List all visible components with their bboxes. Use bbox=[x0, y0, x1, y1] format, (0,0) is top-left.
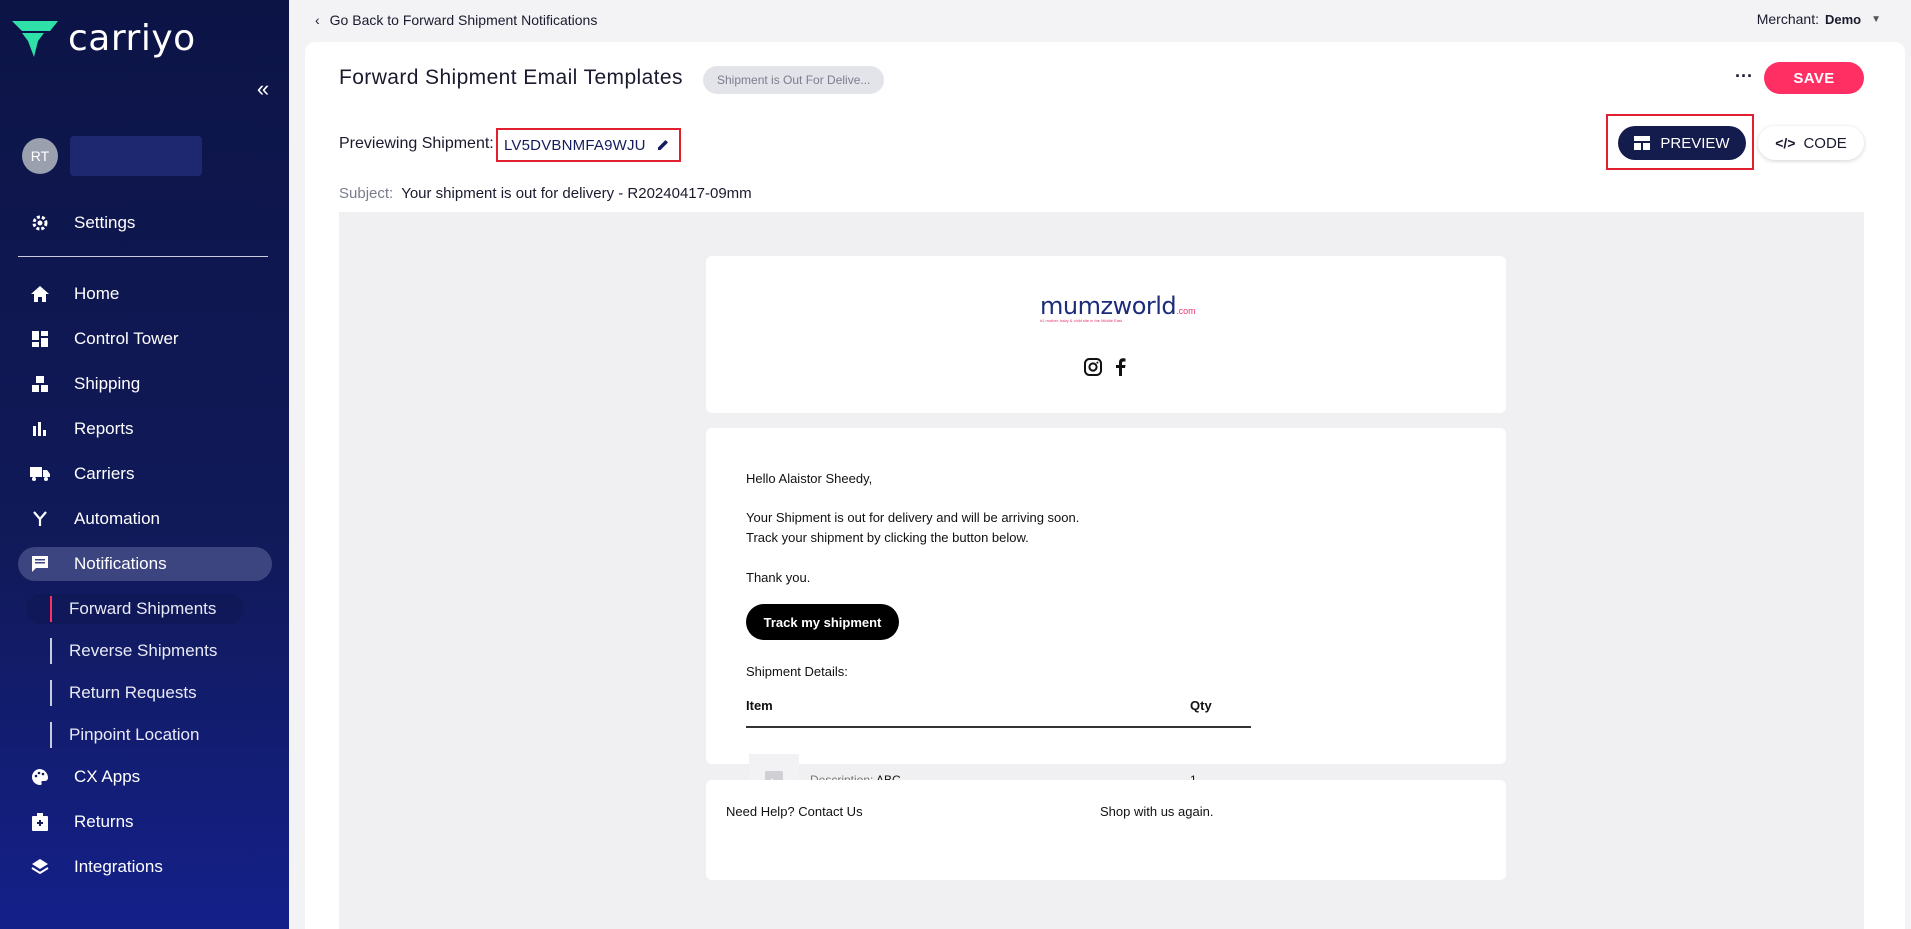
sidebar-item-label: Reports bbox=[74, 419, 134, 438]
preview-button-label: PREVIEW bbox=[1660, 134, 1730, 152]
facebook-icon[interactable] bbox=[1114, 358, 1126, 376]
sidebar-item-cx-apps[interactable]: CX Apps bbox=[18, 760, 272, 794]
chat-icon bbox=[26, 554, 54, 574]
code-button[interactable]: </> CODE bbox=[1758, 126, 1864, 160]
shipment-id: LV5DVBNMFA9WJU bbox=[504, 136, 646, 154]
sidebar-item-notifications[interactable]: Notifications bbox=[18, 547, 272, 581]
sidebar-item-label: Control Tower bbox=[74, 329, 179, 348]
email-line-1: Your Shipment is out for delivery and wi… bbox=[746, 510, 1080, 525]
code-button-label: CODE bbox=[1803, 134, 1847, 152]
merchant-selector[interactable]: Merchant: Demo ▼ bbox=[1757, 11, 1881, 27]
sidebar-item-returns[interactable]: Returns bbox=[18, 805, 272, 839]
email-body-block: Hello Alaistor Sheedy, Your Shipment is … bbox=[706, 428, 1506, 804]
sidebar-item-label: Notifications bbox=[74, 554, 167, 573]
track-shipment-button[interactable]: Track my shipment bbox=[746, 604, 899, 640]
table-header-divider bbox=[746, 726, 1251, 728]
bar-chart-icon bbox=[26, 419, 54, 439]
sidebar: carriyo « RT Settings Home Control Tower… bbox=[0, 0, 289, 929]
back-link[interactable]: ‹ Go Back to Forward Shipment Notificati… bbox=[315, 12, 597, 28]
shipment-id-selector[interactable]: LV5DVBNMFA9WJU bbox=[496, 128, 681, 162]
sidebar-item-label: Carriers bbox=[74, 464, 135, 483]
split-arrow-icon bbox=[26, 509, 54, 529]
chevron-down-icon: ▼ bbox=[1871, 13, 1881, 25]
truck-icon bbox=[26, 464, 54, 484]
sidebar-subitem-forward-shipments[interactable]: Forward Shipments bbox=[50, 596, 216, 622]
sidebar-item-home[interactable]: Home bbox=[18, 277, 272, 311]
subject-line: Subject: Your shipment is out for delive… bbox=[339, 185, 752, 202]
email-greeting: Hello Alaistor Sheedy, bbox=[746, 471, 873, 486]
status-chip-label: Shipment is Out For Delive... bbox=[717, 73, 871, 87]
sidebar-item-label: Automation bbox=[74, 509, 160, 528]
sidebar-item-integrations[interactable]: Integrations bbox=[18, 850, 272, 884]
sidebar-item-label: Settings bbox=[74, 213, 136, 232]
sidebar-item-label: Integrations bbox=[74, 857, 163, 876]
brand-wordmark: mumzworld bbox=[1040, 292, 1177, 320]
palette-icon bbox=[26, 767, 54, 787]
pencil-icon[interactable] bbox=[656, 138, 670, 152]
column-header-item: Item bbox=[746, 698, 773, 713]
sidebar-item-carriers[interactable]: Carriers bbox=[18, 457, 272, 491]
social-links bbox=[1084, 358, 1126, 376]
avatar: RT bbox=[22, 138, 58, 174]
sidebar-subitem-reverse-shipments[interactable]: Reverse Shipments bbox=[50, 638, 217, 664]
sidebar-item-shipping[interactable]: Shipping bbox=[18, 367, 272, 401]
layers-icon bbox=[26, 857, 54, 877]
carriyo-logo-icon bbox=[12, 20, 58, 57]
sidebar-item-label: CX Apps bbox=[74, 767, 141, 786]
sidebar-item-label: Returns bbox=[74, 812, 134, 831]
sidebar-item-label: Shipping bbox=[74, 374, 141, 393]
instagram-icon[interactable] bbox=[1084, 358, 1102, 376]
gear-icon bbox=[26, 213, 54, 233]
sidebar-item-label: Home bbox=[74, 284, 120, 303]
brand-logo[interactable]: carriyo bbox=[12, 18, 196, 59]
save-button[interactable]: SAVE bbox=[1764, 62, 1864, 94]
page-title: Forward Shipment Email Templates bbox=[339, 66, 683, 89]
sidebar-subitem-pinpoint-location[interactable]: Pinpoint Location bbox=[50, 722, 199, 748]
user-name-box bbox=[70, 136, 202, 176]
footer-help-link[interactable]: Need Help? Contact Us bbox=[726, 804, 863, 819]
email-header-block: mumzworld.com #1 mother, baby & child si… bbox=[706, 256, 1506, 413]
top-bar: ‹ Go Back to Forward Shipment Notificati… bbox=[289, 0, 1911, 40]
brand-tagline: #1 mother, baby & child site in the Midd… bbox=[1040, 318, 1123, 323]
brand-name: carriyo bbox=[68, 18, 196, 59]
boxes-icon bbox=[26, 374, 54, 394]
column-header-qty: Qty bbox=[1190, 698, 1212, 713]
collapse-sidebar-icon[interactable]: « bbox=[252, 78, 274, 100]
layout-icon bbox=[1634, 136, 1651, 150]
previewing-shipment-label: Previewing Shipment: bbox=[339, 135, 494, 152]
sidebar-divider bbox=[18, 256, 268, 257]
email-line-2: Track your shipment by clicking the butt… bbox=[746, 530, 1029, 545]
return-box-icon bbox=[26, 812, 54, 832]
sidebar-item-settings[interactable]: Settings bbox=[18, 206, 272, 240]
brand-domain: .com bbox=[1176, 306, 1196, 316]
email-thanks: Thank you. bbox=[746, 570, 811, 585]
preview-button[interactable]: PREVIEW bbox=[1618, 126, 1746, 160]
status-chip[interactable]: Shipment is Out For Delive... bbox=[703, 66, 885, 94]
shipment-details-label: Shipment Details: bbox=[746, 664, 848, 679]
email-footer-block: Need Help? Contact Us Shop with us again… bbox=[706, 780, 1506, 880]
footer-shop-link[interactable]: Shop with us again. bbox=[1100, 804, 1213, 819]
sidebar-item-automation[interactable]: Automation bbox=[18, 502, 272, 536]
back-link-label: Go Back to Forward Shipment Notification… bbox=[329, 12, 598, 28]
main-card: Forward Shipment Email Templates Shipmen… bbox=[305, 42, 1905, 929]
email-preview-area: mumzworld.com #1 mother, baby & child si… bbox=[339, 212, 1864, 929]
chevron-left-icon: ‹ bbox=[315, 12, 320, 28]
sidebar-item-control-tower[interactable]: Control Tower bbox=[18, 322, 272, 356]
dashboard-icon bbox=[26, 329, 54, 349]
home-icon bbox=[26, 284, 54, 304]
subject-label: Subject: bbox=[339, 185, 394, 202]
merchant-value: Demo bbox=[1824, 11, 1862, 27]
sidebar-item-reports[interactable]: Reports bbox=[18, 412, 272, 446]
more-options-icon[interactable]: ··· bbox=[1729, 64, 1759, 94]
code-icon: </> bbox=[1775, 135, 1796, 151]
sidebar-subitem-return-requests[interactable]: Return Requests bbox=[50, 680, 197, 706]
merchant-label: Merchant: bbox=[1756, 11, 1819, 27]
user-profile[interactable]: RT bbox=[22, 136, 202, 176]
subject-value: Your shipment is out for delivery - R202… bbox=[401, 185, 752, 202]
